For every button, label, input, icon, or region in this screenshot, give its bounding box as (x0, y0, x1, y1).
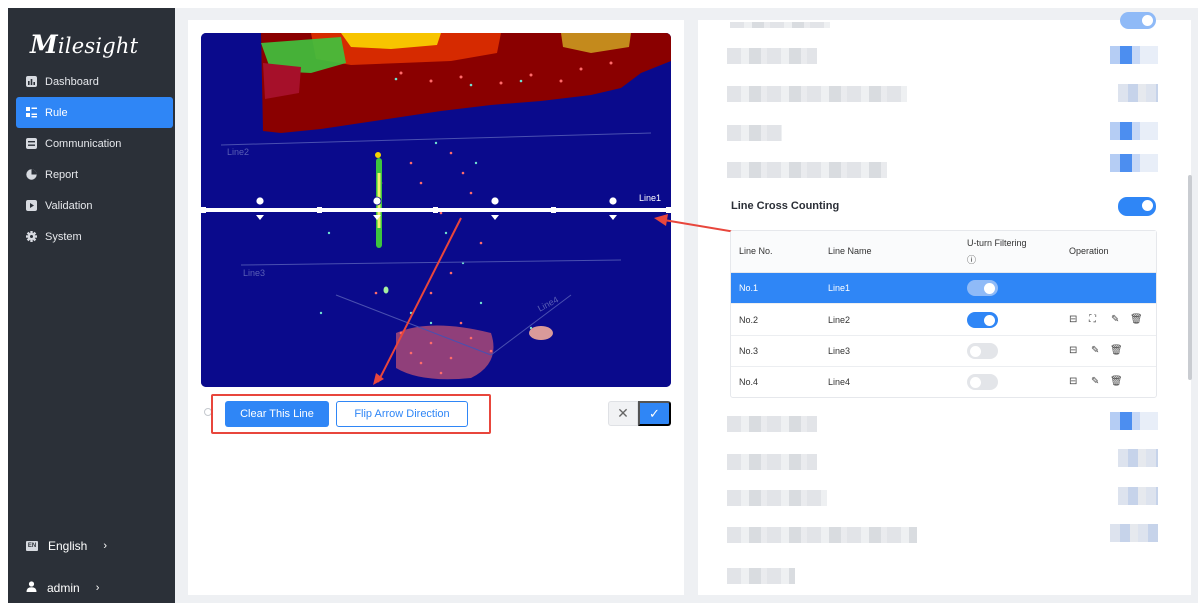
cell-line-name: Line2 (828, 315, 851, 325)
bar-chart-icon (26, 76, 37, 87)
sidebar-item-label: Dashboard (45, 75, 99, 88)
sidebar-item-label: Report (45, 168, 79, 181)
line-cross-counting-toggle[interactable] (1118, 197, 1156, 216)
language-label: English (48, 539, 88, 553)
delete-icon[interactable]: 🗑 (1110, 376, 1123, 387)
confirm-button[interactable]: ✓ (638, 401, 671, 426)
scrollbar[interactable] (1188, 175, 1192, 380)
header-operation: Operation (1069, 246, 1109, 256)
view-icon[interactable]: ⊟ (1069, 376, 1077, 387)
cell-line-no: No.3 (739, 346, 759, 356)
app-window: Milesight Dashboard Rule Communication R… (0, 0, 1198, 603)
header-line-no: Line No. (739, 246, 773, 256)
cell-line-name: Line1 (828, 283, 851, 293)
view-icon[interactable]: ⊟ (1069, 345, 1077, 356)
user-menu[interactable]: admin › (26, 581, 99, 595)
sidebar-item-dashboard[interactable]: Dashboard (16, 66, 173, 97)
cell-line-name: Line4 (828, 377, 851, 387)
sidebar-item-validation[interactable]: Validation (16, 190, 173, 221)
sidebar-item-communication[interactable]: Communication (16, 128, 173, 159)
line-table: Line No. Line Name U-turn Filtering ⓘ Op… (730, 230, 1157, 398)
check-icon: ✓ (649, 405, 660, 421)
annotation-highlight-box (211, 394, 491, 434)
communication-icon (26, 138, 37, 149)
chevron-right-icon: › (95, 582, 100, 594)
heatmap-canvas[interactable]: Line1 Line2 Line3 Line4 (201, 33, 671, 387)
line2-label: Line2 (227, 147, 250, 157)
delete-icon[interactable]: 🗑 (1110, 345, 1123, 356)
table-row[interactable]: No.3 Line3 ⊟ ✎ 🗑 (731, 336, 1156, 367)
user-icon (26, 581, 37, 595)
language-selector[interactable]: EN English › (26, 539, 107, 553)
sidebar: Milesight Dashboard Rule Communication R… (8, 8, 175, 603)
table-row[interactable]: No.4 Line4 ⊟ ✎ 🗑 (731, 367, 1156, 398)
logo-text: ilesight (57, 34, 139, 58)
sidebar-item-label: Communication (45, 137, 122, 150)
sidebar-item-report[interactable]: Report (16, 159, 173, 190)
language-icon: EN (26, 541, 38, 551)
sidebar-item-rule[interactable]: Rule (16, 97, 173, 128)
sidebar-item-label: System (45, 230, 82, 243)
uturn-toggle[interactable] (967, 343, 998, 359)
table-header: Line No. Line Name U-turn Filtering ⓘ Op… (731, 231, 1156, 273)
line-cross-counting-title: Line Cross Counting (731, 200, 840, 212)
heatmap-image (201, 33, 671, 387)
sidebar-item-system[interactable]: System (16, 221, 173, 252)
table-row[interactable]: No.1 Line1 (731, 273, 1156, 304)
line3-label: Line3 (243, 268, 266, 278)
focus-icon[interactable]: ⛶ (1089, 314, 1096, 325)
cell-line-name: Line3 (828, 346, 851, 356)
blurred-toggle (1120, 12, 1156, 29)
sidebar-nav: Dashboard Rule Communication Report Vali… (16, 66, 173, 252)
header-uturn: U-turn Filtering (967, 238, 1027, 248)
pie-chart-icon (26, 169, 37, 180)
cell-line-no: No.1 (739, 283, 759, 293)
cancel-button[interactable]: ✕ (608, 401, 638, 426)
chevron-right-icon: › (103, 540, 108, 552)
header-line-name: Line Name (828, 246, 872, 256)
cell-line-no: No.2 (739, 315, 759, 325)
uturn-toggle[interactable] (967, 312, 998, 328)
rule-icon (26, 107, 37, 118)
info-icon[interactable]: ⓘ (967, 253, 976, 266)
cell-line-no: No.4 (739, 377, 759, 387)
edit-icon[interactable]: ✎ (1111, 314, 1119, 325)
close-icon: ✕ (617, 405, 629, 421)
sidebar-item-label: Rule (45, 106, 68, 119)
edit-icon[interactable]: ✎ (1091, 376, 1099, 387)
delete-icon[interactable]: 🗑 (1130, 314, 1143, 325)
logo-initial: M (30, 30, 58, 59)
user-label: admin (47, 581, 80, 595)
milesight-logo[interactable]: Milesight (30, 30, 138, 59)
uturn-toggle[interactable] (967, 280, 998, 296)
gear-icon (26, 231, 37, 242)
uturn-toggle[interactable] (967, 374, 998, 390)
table-row[interactable]: No.2 Line2 ⊟ ⛶ ✎ 🗑 (731, 305, 1156, 336)
view-icon[interactable]: ⊟ (1069, 314, 1077, 325)
sidebar-item-label: Validation (45, 199, 93, 212)
validation-icon (26, 200, 37, 211)
edit-icon[interactable]: ✎ (1091, 345, 1099, 356)
